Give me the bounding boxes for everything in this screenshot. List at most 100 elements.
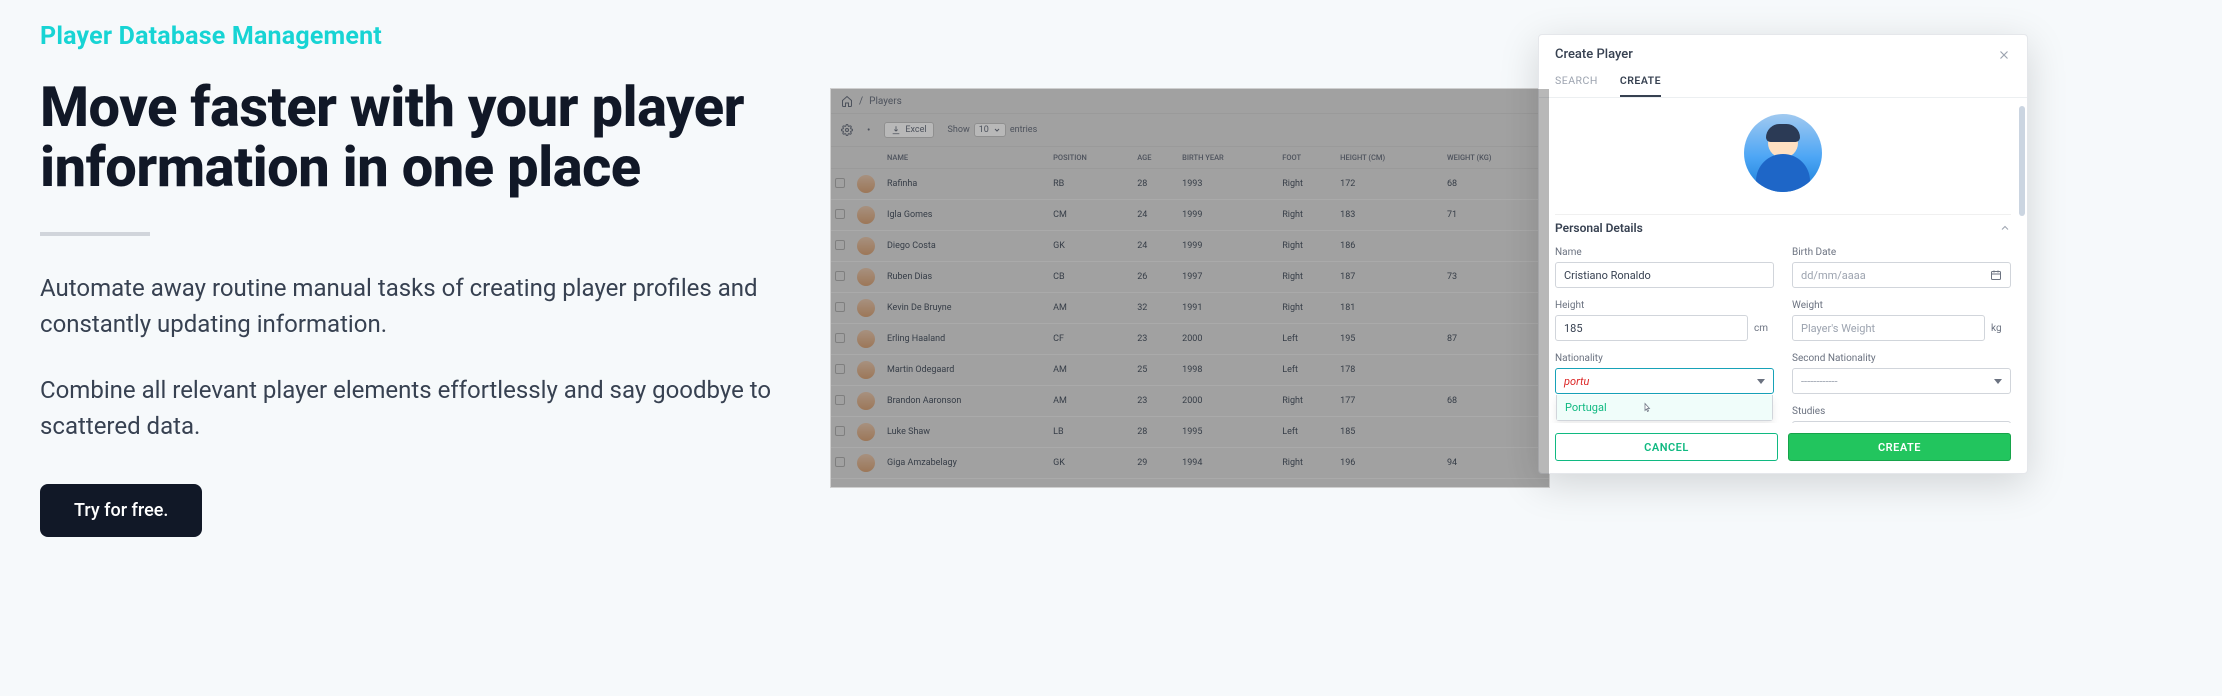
cancel-button[interactable]: CANCEL: [1555, 433, 1778, 461]
excel-export-button[interactable]: Excel: [884, 122, 933, 138]
table-row[interactable]: Giga AmzabelagyGK291994Right19694: [831, 448, 1549, 479]
table-row[interactable]: Martin OdegaardAM251998Left178: [831, 355, 1549, 386]
nationality-typed-text: portu: [1564, 375, 1589, 388]
table-row[interactable]: Luke ShawLB281995Left185: [831, 417, 1549, 448]
cell-foot: Right: [1278, 293, 1336, 324]
cell-foot: Right: [1278, 231, 1336, 262]
caret-down-icon: [1757, 379, 1765, 384]
chevron-up-icon[interactable]: [1999, 222, 2011, 234]
player-avatar-icon: [857, 423, 875, 441]
table-row[interactable]: Igla GomesCM241999Right18371: [831, 200, 1549, 231]
row-checkbox[interactable]: [835, 240, 845, 250]
cell-name: Ruben Dias: [883, 262, 1049, 293]
row-checkbox[interactable]: [835, 395, 845, 405]
close-icon[interactable]: [1997, 48, 2011, 62]
birth-date-input[interactable]: dd/mm/aaaa: [1792, 262, 2011, 288]
entries-select[interactable]: 10: [974, 123, 1006, 137]
cell-birth-year: 2000: [1178, 386, 1278, 417]
cell-name: Rafinha: [883, 169, 1049, 200]
cell-name: Igla Gomes: [883, 200, 1049, 231]
table-header: POSITION: [1049, 147, 1133, 169]
entries-count: 10: [979, 125, 989, 135]
cell-weight: [1443, 417, 1549, 448]
cell-foot: Right: [1278, 262, 1336, 293]
row-checkbox[interactable]: [835, 302, 845, 312]
cell-age: 23: [1133, 324, 1178, 355]
cell-birth-year: 1995: [1178, 417, 1278, 448]
cell-height: 177: [1336, 386, 1443, 417]
row-checkbox[interactable]: [835, 178, 845, 188]
table-row[interactable]: Diego CostaGK241999Right186: [831, 231, 1549, 262]
row-checkbox[interactable]: [835, 271, 845, 281]
cell-position: GK: [1049, 448, 1133, 479]
tab-search[interactable]: SEARCH: [1555, 70, 1598, 97]
table-row[interactable]: Brandon AaronsonAM232000Right17768: [831, 386, 1549, 417]
table-row[interactable]: Ruben DiasCB261997Right18773: [831, 262, 1549, 293]
player-avatar-icon: [857, 392, 875, 410]
cell-height: 178: [1336, 355, 1443, 386]
try-for-free-button[interactable]: Try for free.: [40, 484, 202, 537]
modal-scrollbar[interactable]: [2019, 98, 2025, 423]
nationality-option-portugal[interactable]: Portugal: [1557, 395, 1772, 420]
cell-height: 181: [1336, 293, 1443, 324]
calendar-icon[interactable]: [1990, 269, 2002, 281]
name-input[interactable]: Cristiano Ronaldo: [1555, 262, 1774, 288]
table-header: NAME: [883, 147, 1049, 169]
cell-name: Kevin De Bruyne: [883, 293, 1049, 324]
cell-age: 23: [1133, 386, 1178, 417]
breadcrumb-players: Players: [869, 96, 902, 107]
weight-label: Weight: [1792, 300, 2011, 311]
birth-date-label: Birth Date: [1792, 247, 2011, 258]
nationality-label: Nationality: [1555, 353, 1774, 364]
second-nationality-select[interactable]: ------------: [1792, 368, 2011, 394]
birth-date-placeholder: dd/mm/aaaa: [1801, 269, 1866, 282]
height-unit: cm: [1754, 323, 1774, 334]
cell-height: 183: [1336, 200, 1443, 231]
cell-age: 24: [1133, 231, 1178, 262]
paragraph-1: Automate away routine manual tasks of cr…: [40, 270, 780, 342]
table-header: [831, 147, 853, 169]
weight-input[interactable]: Player's Weight: [1792, 315, 1985, 341]
player-avatar-placeholder[interactable]: [1744, 114, 1822, 192]
player-avatar-icon: [857, 237, 875, 255]
cell-height: 196: [1336, 448, 1443, 479]
gear-icon[interactable]: [841, 124, 853, 136]
cell-position: CM: [1049, 200, 1133, 231]
cell-height: 195: [1336, 324, 1443, 355]
table-header: AGE: [1133, 147, 1178, 169]
row-checkbox[interactable]: [835, 333, 845, 343]
cell-weight: [1443, 293, 1549, 324]
tab-create[interactable]: CREATE: [1620, 70, 1661, 97]
row-checkbox[interactable]: [835, 364, 845, 374]
cell-birth-year: 1999: [1178, 200, 1278, 231]
cell-position: CF: [1049, 324, 1133, 355]
headline: Move faster with your player information…: [40, 77, 780, 198]
table-row[interactable]: Kevin De BruyneAM321991Right181: [831, 293, 1549, 324]
cell-weight: 73: [1443, 262, 1549, 293]
table-row[interactable]: RafinhaRB281993Right17268: [831, 169, 1549, 200]
cell-weight: [1443, 231, 1549, 262]
nationality-select[interactable]: portu Portugal: [1555, 368, 1774, 394]
home-icon: [841, 95, 853, 107]
cell-birth-year: 1998: [1178, 355, 1278, 386]
create-button[interactable]: CREATE: [1788, 433, 2011, 461]
row-checkbox[interactable]: [835, 209, 845, 219]
cell-birth-year: 1997: [1178, 262, 1278, 293]
row-checkbox[interactable]: [835, 457, 845, 467]
download-icon: [891, 125, 901, 135]
row-checkbox[interactable]: [835, 426, 845, 436]
cell-birth-year: 1999: [1178, 231, 1278, 262]
cell-position: CB: [1049, 262, 1133, 293]
player-avatar-icon: [857, 330, 875, 348]
table-header: [853, 147, 883, 169]
height-input[interactable]: 185: [1555, 315, 1748, 341]
cell-name: Diego Costa: [883, 231, 1049, 262]
table-row[interactable]: Erling HaalandCF232000Left19587: [831, 324, 1549, 355]
cell-foot: Right: [1278, 386, 1336, 417]
caret-down-icon: [1994, 379, 2002, 384]
show-label: Show: [948, 125, 970, 135]
cell-birth-year: 1991: [1178, 293, 1278, 324]
paragraph-2: Combine all relevant player elements eff…: [40, 372, 780, 444]
studies-input[interactable]: Studies: [1792, 421, 2011, 423]
cell-age: 28: [1133, 169, 1178, 200]
